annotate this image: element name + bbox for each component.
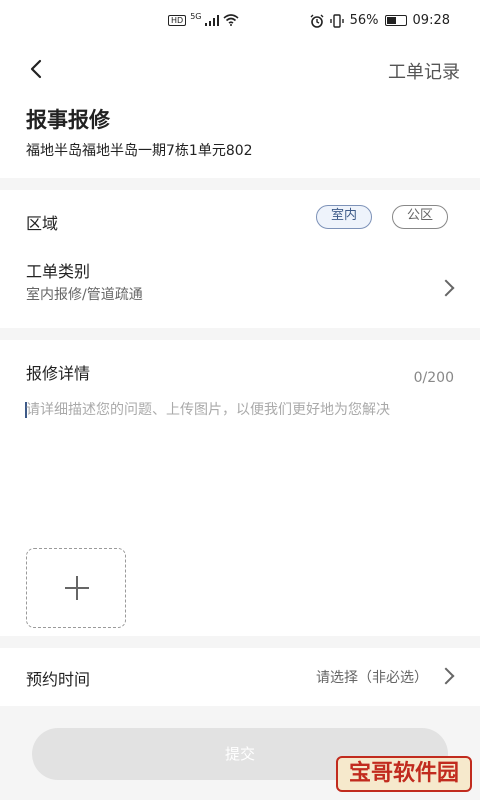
- signal-icon: [205, 14, 220, 26]
- network-type: 5G: [190, 11, 202, 21]
- appointment-value: 请选择（非必选）: [316, 670, 428, 686]
- network-indicator: HD 5G: [168, 11, 240, 26]
- add-image-button[interactable]: [26, 548, 126, 628]
- status-right: 56% 09:28: [310, 13, 450, 28]
- status-bar: HD 5G 56% 09:28: [0, 0, 480, 44]
- chevron-right-icon: [437, 279, 455, 297]
- category-value: 室内报修/管道疏通: [26, 287, 143, 303]
- clock: 09:28: [412, 13, 450, 28]
- appointment-label: 预约时间: [26, 670, 91, 689]
- chevron-right-icon: [437, 667, 455, 685]
- vibrate-icon: [329, 13, 344, 28]
- hd-label: HD: [168, 14, 187, 26]
- area-label: 区域: [26, 214, 59, 233]
- area-option-public[interactable]: 公区: [392, 205, 449, 229]
- category-row[interactable]: 工单类别 室内报修/管道疏通: [0, 252, 480, 324]
- plus-icon-vertical: [76, 576, 78, 600]
- work-order-records-link[interactable]: 工单记录: [388, 58, 460, 84]
- watermark-logo: 宝哥软件园: [336, 756, 472, 792]
- page-header: 报事报修 福地半岛福地半岛一期7栋1单元802: [0, 96, 480, 178]
- details-label: 报修详情: [26, 364, 91, 383]
- wifi-icon: [223, 14, 240, 26]
- alarm-icon: [310, 14, 324, 28]
- battery-percent: 56%: [349, 13, 379, 28]
- category-label: 工单类别: [26, 262, 91, 281]
- chevron-left-icon[interactable]: [26, 58, 48, 80]
- details-textarea[interactable]: 请详细描述您的问题、上传图片，以便我们更好地为您解决: [26, 402, 446, 419]
- char-counter: 0/200: [413, 370, 454, 386]
- address-text: 福地半岛福地半岛一期7栋1单元802: [26, 143, 253, 159]
- area-category-card: 区域 室内 公区 工单类别 室内报修/管道疏通: [0, 190, 480, 328]
- details-card: 报修详情 0/200 请详细描述您的问题、上传图片，以便我们更好地为您解决: [0, 340, 480, 636]
- area-option-indoor[interactable]: 室内: [316, 205, 373, 229]
- appointment-row[interactable]: 预约时间 请选择（非必选）: [0, 648, 480, 706]
- page-title: 报事报修: [26, 108, 110, 132]
- battery-icon: [384, 15, 407, 26]
- nav-bar: 工单记录: [0, 44, 480, 96]
- battery-fill: [386, 17, 397, 24]
